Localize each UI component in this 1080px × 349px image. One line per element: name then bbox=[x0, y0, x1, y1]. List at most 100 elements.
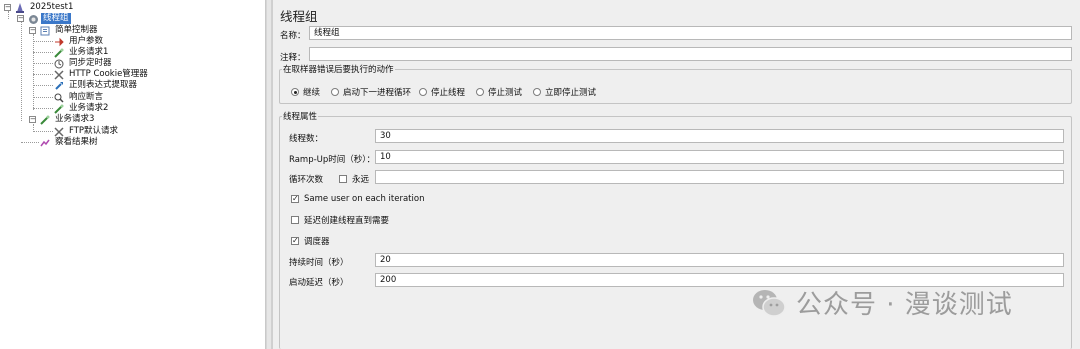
tree-item-request-1[interactable]: 业务请求1 bbox=[54, 47, 110, 58]
checkbox-indicator bbox=[291, 216, 299, 224]
delay-create-checkbox[interactable]: 延迟创建线程直到需要 bbox=[291, 214, 389, 226]
group-legend: 线程属性 bbox=[283, 112, 318, 122]
tree-connector bbox=[33, 52, 53, 53]
radio-label: 启动下一进程循环 bbox=[343, 88, 412, 98]
tree-item-label: 察看结果树 bbox=[55, 137, 98, 147]
same-user-checkbox[interactable]: ✓ Same user on each iteration bbox=[291, 194, 424, 204]
radio-continue[interactable]: 继续 bbox=[291, 86, 320, 98]
tree-connector bbox=[21, 21, 22, 121]
radio-indicator bbox=[476, 88, 484, 96]
duration-field[interactable]: 20 bbox=[375, 253, 1064, 267]
forever-checkbox[interactable]: 永远 bbox=[339, 173, 369, 185]
tree-item-label: 业务请求3 bbox=[55, 114, 95, 124]
checkbox-indicator bbox=[339, 175, 347, 183]
threads-field[interactable]: 30 bbox=[375, 129, 1064, 143]
tree-connector bbox=[33, 63, 53, 64]
tree-item-request-3[interactable]: 业务请求3 bbox=[40, 114, 96, 125]
tree-item-view-results-tree[interactable]: 察看结果树 bbox=[40, 137, 100, 148]
loop-count-label: 循环次数 bbox=[289, 175, 324, 185]
tree-item-label: 同步定时器 bbox=[69, 58, 112, 68]
tree-item-ftp-defaults[interactable]: FTP默认请求 bbox=[54, 126, 120, 137]
tree-item-label: 线程组 bbox=[41, 13, 71, 24]
tree-item-user-parameters[interactable]: 用户参数 bbox=[54, 36, 105, 47]
wrench-icon bbox=[54, 69, 64, 80]
tree-connector bbox=[33, 85, 53, 86]
scheduler-checkbox[interactable]: ✓ 调度器 bbox=[291, 235, 330, 247]
radio-label: 立即停止测试 bbox=[545, 88, 597, 98]
tree-item-label: FTP默认请求 bbox=[69, 126, 119, 136]
tree-connector bbox=[33, 108, 53, 109]
radio-stop-test[interactable]: 停止测试 bbox=[476, 86, 522, 98]
radio-label: 停止测试 bbox=[488, 88, 523, 98]
name-label: 名称： bbox=[280, 31, 306, 41]
tree-connector bbox=[33, 97, 53, 98]
collapse-toggle[interactable]: − bbox=[29, 27, 36, 34]
controller-icon bbox=[40, 26, 50, 36]
wechat-icon bbox=[752, 288, 786, 318]
radio-indicator bbox=[419, 88, 427, 96]
post-processor-icon bbox=[54, 81, 64, 91]
pre-processor-icon bbox=[54, 37, 64, 47]
tree-connector bbox=[33, 74, 53, 75]
tree-item-label: 业务请求2 bbox=[69, 103, 109, 113]
checkbox-indicator: ✓ bbox=[291, 236, 299, 245]
radio-indicator bbox=[291, 88, 299, 96]
sampler-icon bbox=[54, 104, 64, 114]
threads-label: 线程数： bbox=[289, 134, 324, 144]
name-field[interactable]: 线程组 bbox=[309, 26, 1072, 40]
tree-item-thread-group[interactable]: 线程组 bbox=[28, 13, 71, 24]
tree-item-sync-timer[interactable]: 同步定时器 bbox=[54, 58, 114, 69]
radio-stop-thread[interactable]: 停止线程 bbox=[419, 86, 465, 98]
tree-connector bbox=[33, 131, 53, 132]
radio-label: 停止线程 bbox=[431, 88, 466, 98]
timer-icon bbox=[54, 59, 64, 69]
checkbox-label: 延迟创建线程直到需要 bbox=[304, 216, 390, 226]
tree-item-label: 业务请求1 bbox=[69, 47, 109, 57]
magnifier-icon bbox=[54, 93, 64, 103]
tree-item-test-plan[interactable]: 2025test1 bbox=[15, 2, 75, 13]
tree-connector bbox=[8, 11, 9, 19]
checkbox-label: 永远 bbox=[352, 175, 370, 185]
test-plan-icon bbox=[15, 2, 25, 13]
tree-item-label: 响应断言 bbox=[69, 92, 104, 102]
watermark-text: 公众号 · 漫谈测试 bbox=[796, 290, 1013, 320]
comment-label: 注释： bbox=[280, 53, 306, 63]
tree-item-request-2[interactable]: 业务请求2 bbox=[54, 103, 110, 114]
tree-item-label: HTTP Cookie管理器 bbox=[69, 69, 148, 79]
startup-delay-label: 启动延迟（秒） bbox=[289, 278, 349, 288]
page-title: 线程组 bbox=[280, 9, 318, 24]
tree-item-cookie-manager[interactable]: HTTP Cookie管理器 bbox=[54, 69, 150, 80]
collapse-toggle[interactable]: − bbox=[17, 15, 24, 22]
tree-item-regex-extractor[interactable]: 正则表达式提取器 bbox=[54, 80, 139, 91]
rampup-field[interactable]: 10 bbox=[375, 150, 1064, 164]
tree-item-label: 正则表达式提取器 bbox=[69, 80, 138, 90]
collapse-toggle[interactable]: − bbox=[4, 4, 11, 11]
loop-count-field[interactable] bbox=[375, 170, 1064, 184]
radio-label: 继续 bbox=[303, 88, 321, 98]
checkbox-label: 调度器 bbox=[304, 237, 330, 247]
tree-item-simple-controller[interactable]: 简单控制器 bbox=[40, 25, 100, 36]
checkbox-indicator: ✓ bbox=[291, 194, 299, 203]
radio-indicator bbox=[331, 88, 339, 96]
sampler-icon bbox=[40, 115, 50, 125]
group-legend: 在取样器错误后要执行的动作 bbox=[283, 65, 394, 75]
tree-connector bbox=[33, 41, 53, 42]
comment-field[interactable] bbox=[309, 47, 1072, 61]
collapse-toggle[interactable]: − bbox=[29, 116, 36, 123]
radio-start-next-loop[interactable]: 启动下一进程循环 bbox=[331, 86, 411, 98]
sampler-icon bbox=[54, 48, 64, 58]
tree-item-response-assertion[interactable]: 响应断言 bbox=[54, 92, 105, 103]
rampup-label: Ramp-Up时间（秒）： bbox=[289, 155, 376, 165]
gear-icon bbox=[28, 14, 38, 24]
tree-item-label: 简单控制器 bbox=[55, 25, 98, 35]
tree-item-label: 用户参数 bbox=[69, 36, 104, 46]
tree-connector bbox=[21, 142, 39, 143]
duration-label: 持续时间（秒） bbox=[289, 258, 349, 268]
radio-indicator bbox=[533, 88, 541, 96]
radio-stop-test-now[interactable]: 立即停止测试 bbox=[533, 86, 596, 98]
watermark: 公众号 · 漫谈测试 bbox=[752, 284, 1013, 321]
tree-connector bbox=[33, 34, 34, 110]
test-plan-tree[interactable]: − − − − 2025test1 线程组 简单控制器 用户参数 业务请求1 同… bbox=[0, 0, 266, 349]
tree-item-label: 2025test1 bbox=[30, 2, 74, 12]
listener-icon bbox=[40, 138, 50, 148]
